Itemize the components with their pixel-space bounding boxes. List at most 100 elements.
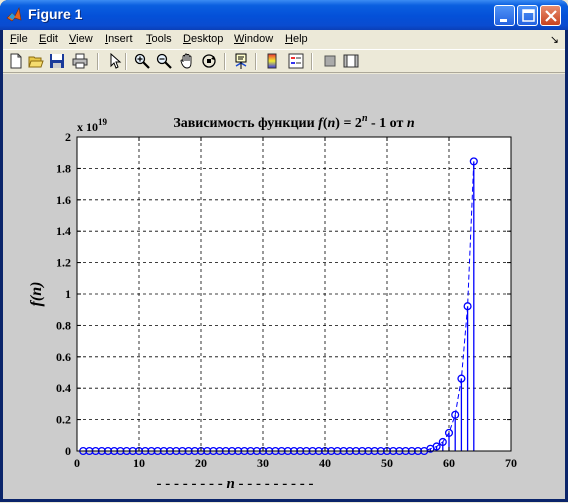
insert-legend-button[interactable] <box>288 53 304 69</box>
exponent-power: 19 <box>98 117 108 127</box>
menu-mnemonic: D <box>183 33 191 45</box>
menu-mnemonic: F <box>10 33 17 45</box>
x-axis-label: - - - - - - - - n - - - - - - - - - <box>156 476 313 492</box>
xlabel-dashes-right: - - - - - - - - - <box>235 476 314 492</box>
close-button[interactable] <box>540 5 561 26</box>
dock-figure-icon[interactable]: ↘ <box>550 33 559 46</box>
new-figure-icon <box>10 53 22 69</box>
xlabel-dashes-left: - - - - - - - - <box>156 476 226 492</box>
save-button[interactable] <box>49 53 65 69</box>
hide-plot-tools-icon <box>324 55 336 67</box>
x-tick-label: 50 <box>381 456 393 470</box>
data-cursor-button[interactable] <box>234 53 250 69</box>
xlabel-n: n <box>226 476 234 492</box>
zoom-in-button[interactable] <box>134 53 150 69</box>
zoom-in-icon <box>134 53 150 69</box>
open-file-button[interactable] <box>28 53 44 69</box>
y-tick-label: 1 <box>65 287 71 301</box>
menu-label: iew <box>76 33 93 45</box>
figure-client-area: File Edit View Insert Tools Desktop Window Help… <box>3 30 565 503</box>
x-tick-label: 60 <box>443 456 455 470</box>
menu-tools[interactable]: Tools <box>146 33 172 45</box>
new-figure-button[interactable] <box>8 53 24 69</box>
menu-label: nsert <box>108 33 133 45</box>
show-plot-tools-button[interactable] <box>343 53 359 69</box>
edit-plot-arrow-button[interactable] <box>107 52 123 69</box>
insert-legend-icon <box>288 53 304 69</box>
title-n2: n <box>407 116 415 131</box>
note-rest: = 64, <box>251 498 290 499</box>
title-n: n <box>327 116 335 131</box>
insert-colorbar-icon <box>267 53 277 69</box>
pan-hand-icon <box>180 53 192 69</box>
y-tick-label: 0.4 <box>56 381 71 395</box>
menu-label: ools <box>151 33 172 45</box>
rotate-3d-button[interactable] <box>201 53 217 69</box>
y-tick-label: 1.8 <box>56 161 71 175</box>
exponent-base: x 10 <box>77 120 98 134</box>
y-tick-label: 1.2 <box>56 256 71 270</box>
y-tick-label: 1.4 <box>56 224 71 238</box>
x-tick-label: 10 <box>133 456 145 470</box>
menu-desktop[interactable]: Desktop <box>183 33 223 45</box>
y-exponent-label: x 1019 <box>77 117 108 134</box>
menu-insert[interactable]: Insert <box>105 33 133 45</box>
show-plot-tools-icon <box>343 54 359 68</box>
menu-mnemonic: W <box>234 33 245 45</box>
x-tick-label: 40 <box>319 456 331 470</box>
menu-edit[interactable]: Edit <box>39 33 58 45</box>
y-tick-label: 0.6 <box>56 350 71 364</box>
toolbar-separator <box>125 53 127 70</box>
rotate-3d-icon <box>202 54 216 68</box>
title-bar[interactable]: Figure 1 <box>0 0 568 30</box>
menu-file[interactable]: File <box>10 33 28 45</box>
zoom-out-icon <box>156 53 172 69</box>
toolbar-separator <box>311 53 313 70</box>
figure-window: Figure 1 File Edit View Insert Tools Desktop W… <box>0 0 568 503</box>
minimize-button[interactable] <box>494 5 515 26</box>
toolbar-separator <box>224 53 226 70</box>
menu-bar: File Edit View Insert Tools Desktop Window Help… <box>3 30 565 48</box>
menu-help[interactable]: Help <box>285 33 308 45</box>
note-value: (64) = 1.844674e+019 <box>295 498 430 499</box>
y-axis-label: f(n) <box>28 282 45 307</box>
close-icon <box>545 10 557 22</box>
menu-view[interactable]: View <box>69 33 93 45</box>
y-tick-label: 0.2 <box>56 413 71 427</box>
insert-colorbar-button[interactable] <box>264 53 280 69</box>
x-tick-label: 0 <box>74 456 80 470</box>
open-file-icon <box>28 56 44 68</box>
matlab-logo-icon <box>6 7 22 22</box>
menu-label: elp <box>292 33 308 45</box>
menu-label: dit <box>46 33 58 45</box>
y-tick-label: 0 <box>65 444 71 458</box>
pan-hand-button[interactable] <box>179 53 195 69</box>
data-cursor-icon <box>235 53 247 69</box>
plot-svg: 0 10 20 30 40 50 60 70 0 0.2 0.4 0.6 0.8 1 1.2 1.4 1.6 1.… <box>28 113 517 503</box>
title-text: Зависимость функции <box>173 116 318 131</box>
menu-label: ile <box>16 33 28 45</box>
toolbar-separator <box>97 53 99 70</box>
window-title: Figure 1 <box>28 6 83 22</box>
result-note: nmax = 64, f(64) = 1.844674e+019 <box>225 498 430 499</box>
save-icon <box>50 54 64 68</box>
chart-title: Зависимость функции f(n) = 2n - 1 от n <box>173 113 415 131</box>
print-button[interactable] <box>72 53 88 69</box>
maximize-icon <box>522 9 535 22</box>
maximize-button[interactable] <box>517 5 538 26</box>
x-tick-label: 20 <box>195 456 207 470</box>
x-tick-label: 30 <box>257 456 269 470</box>
print-icon <box>72 53 88 69</box>
figure-canvas: 0 10 20 30 40 50 60 70 0 0.2 0.4 0.6 0.8 1 1.2 1.4 1.6 1.… <box>3 74 565 503</box>
hide-plot-tools-button[interactable] <box>322 53 338 69</box>
title-eq: = 2 <box>340 116 362 131</box>
note-n: n <box>225 498 233 499</box>
toolbar-separator <box>255 53 257 70</box>
title-mid: - 1 от <box>368 116 407 131</box>
menu-mnemonic: H <box>285 33 293 45</box>
zoom-out-button[interactable] <box>156 53 172 69</box>
menu-window[interactable]: Window <box>234 33 273 45</box>
x-tick-label: 70 <box>505 456 517 470</box>
y-tick-label: 2 <box>65 130 71 144</box>
y-tick-label: 1.6 <box>56 193 71 207</box>
